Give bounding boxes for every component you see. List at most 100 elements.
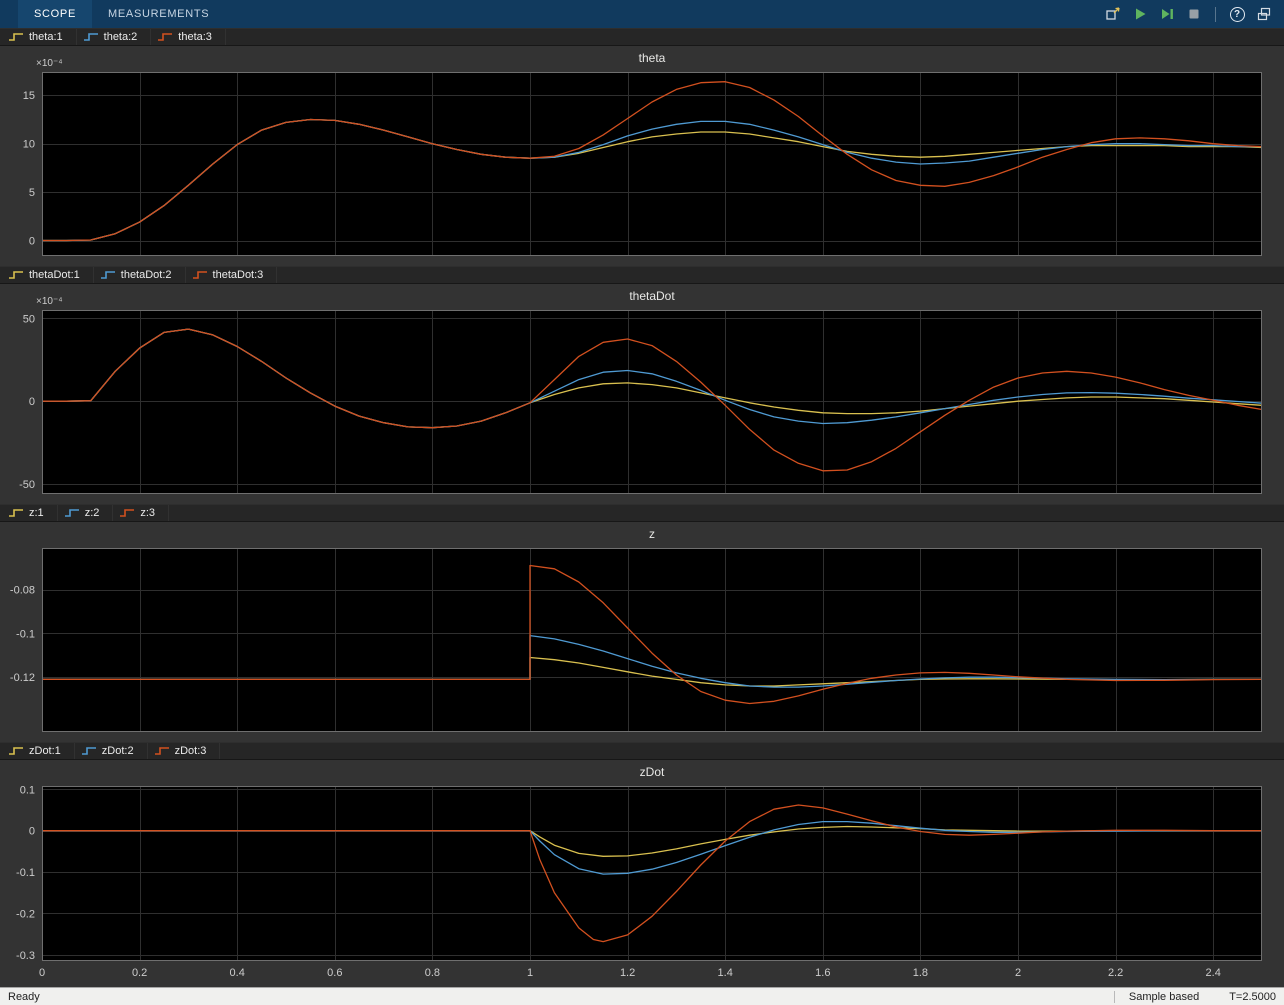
x-tick-label: 1.8 [913, 967, 928, 979]
y-tick-label: -50 [19, 479, 35, 491]
plot-zdot[interactable]: zDot -0.3 -0.2 -0.1 0 0.1 0 0.2 0.4 0.6 0.8 1 1.2 1.4… [0, 760, 1284, 987]
status-right-group: Sample based T=2.5000 [1113, 990, 1276, 1003]
legend-line-icon [9, 509, 23, 517]
legend-label: thetaDot:2 [120, 269, 172, 281]
y-tick-label: -0.08 [10, 585, 35, 597]
legend-label: theta:3 [178, 31, 212, 43]
legend-item-theta:3[interactable]: theta:3 [151, 29, 226, 45]
status-separator [1113, 990, 1115, 1003]
legend-item-zDot:2[interactable]: zDot:2 [75, 743, 148, 759]
dock-icon[interactable] [1254, 4, 1274, 24]
legend-line-icon [100, 271, 115, 279]
x-tick-label: 0.2 [132, 967, 147, 979]
x-tick-label: 0.4 [230, 967, 245, 979]
legend-theta: theta:1 theta:2 theta:3 [0, 28, 1284, 46]
legend-label: thetaDot:3 [212, 269, 264, 281]
plot-canvas-theta[interactable]: theta ×10⁻⁴ 0 5 10 15 [0, 46, 1284, 266]
legend-label: z:3 [140, 507, 156, 519]
legend-item-thetaDot:3[interactable]: thetaDot:3 [186, 267, 278, 283]
y-tick-label: 15 [23, 90, 35, 102]
legend-item-zDot:1[interactable]: zDot:1 [2, 743, 75, 759]
x-tick-label: 0.6 [327, 967, 342, 979]
legend-line-icon [9, 33, 23, 41]
legend-label: theta:1 [29, 31, 63, 43]
toolbar-separator [1215, 6, 1216, 22]
scope-window: SCOPE MEASUREMENTS ? theta:1 theta:2 the… [0, 0, 1284, 1005]
plot-title: thetaDot [629, 289, 675, 303]
legend-item-theta:1[interactable]: theta:1 [2, 29, 77, 45]
step-forward-icon[interactable] [1157, 4, 1177, 24]
legend-line-icon [158, 33, 173, 41]
y-tick-label: 10 [23, 139, 35, 151]
y-axis-exponent-label: ×10⁻⁴ [36, 296, 63, 307]
x-tick-label: 1.4 [718, 967, 733, 979]
y-tick-label: -0.2 [16, 908, 35, 920]
legend-item-thetaDot:2[interactable]: thetaDot:2 [94, 267, 186, 283]
legend-item-z:2[interactable]: z:2 [58, 505, 114, 521]
y-tick-label: -0.1 [16, 628, 35, 640]
legend-label: thetaDot:1 [29, 269, 80, 281]
plot-z[interactable]: z -0.12 -0.1 -0.08 [0, 522, 1284, 742]
status-bar: Ready Sample based T=2.5000 [0, 987, 1284, 1005]
plot-canvas-z[interactable]: z -0.12 -0.1 -0.08 [0, 522, 1284, 742]
y-tick-label: 0 [29, 236, 35, 248]
y-tick-label: -0.3 [16, 950, 35, 962]
legend-item-theta:2[interactable]: theta:2 [77, 29, 152, 45]
x-tick-label: 0 [39, 967, 45, 979]
legend-zdot: zDot:1 zDot:2 zDot:3 [0, 742, 1284, 760]
highlight-simulink-block-icon[interactable] [1103, 4, 1123, 24]
y-tick-label: 0.1 [20, 784, 35, 796]
help-glyph: ? [1229, 6, 1245, 22]
legend-line-icon [83, 33, 98, 41]
legend-item-thetaDot:1[interactable]: thetaDot:1 [2, 267, 94, 283]
x-tick-label: 1 [527, 967, 533, 979]
toolstrip-quick-actions: ? [1103, 0, 1284, 28]
x-tick-label: 2.4 [1206, 967, 1221, 979]
x-tick-label: 0.8 [425, 967, 440, 979]
legend-line-icon [154, 747, 169, 755]
legend-label: theta:2 [103, 31, 138, 43]
legend-line-icon [81, 747, 96, 755]
plot-title: zDot [640, 765, 665, 779]
plot-canvas-zDot[interactable]: zDot -0.3 -0.2 -0.1 0 0.1 0 0.2 0.4 0.6 0.8 1 1.2 1.4… [0, 760, 1284, 987]
legend-thetadot: thetaDot:1 thetaDot:2 thetaDot:3 [0, 266, 1284, 284]
legend-label: z:1 [29, 507, 44, 519]
y-tick-label: 50 [23, 313, 35, 325]
status-sample-mode: Sample based [1128, 990, 1200, 1003]
legend-line-icon [64, 509, 79, 517]
toolstrip: SCOPE MEASUREMENTS ? [0, 0, 1284, 28]
x-tick-label: 2.2 [1108, 967, 1123, 979]
y-tick-label: 5 [29, 187, 35, 199]
plot-title: z [649, 527, 655, 541]
x-tick-label: 2 [1015, 967, 1021, 979]
legend-item-zDot:3[interactable]: zDot:3 [148, 743, 221, 759]
legend-label: zDot:2 [101, 745, 134, 757]
status-ready: Ready [8, 990, 40, 1003]
x-tick-label: 1.2 [620, 967, 635, 979]
legend-label: zDot:1 [29, 745, 61, 757]
run-icon[interactable] [1130, 4, 1150, 24]
y-tick-label: 0 [29, 396, 35, 408]
legend-line-icon [9, 747, 23, 755]
legend-line-icon [192, 271, 207, 279]
tab-measurements[interactable]: MEASUREMENTS [92, 0, 225, 28]
help-icon[interactable]: ? [1227, 4, 1247, 24]
y-tick-label: 0 [29, 826, 35, 838]
y-tick-label: -0.12 [10, 672, 35, 684]
y-tick-label: -0.1 [16, 867, 35, 879]
legend-item-z:3[interactable]: z:3 [113, 505, 170, 521]
status-time: T=2.5000 [1229, 990, 1276, 1003]
legend-label: z:2 [84, 507, 100, 519]
legend-z: z:1 z:2 z:3 [0, 504, 1284, 522]
plot-canvas-thetaDot[interactable]: thetaDot ×10⁻⁴ -50 0 50 [0, 284, 1284, 504]
legend-line-icon [9, 271, 23, 279]
stop-icon[interactable] [1184, 4, 1204, 24]
y-axis-exponent-label: ×10⁻⁴ [36, 58, 63, 69]
plot-theta[interactable]: theta ×10⁻⁴ 0 5 10 15 [0, 46, 1284, 266]
legend-label: zDot:3 [174, 745, 207, 757]
plot-thetadot[interactable]: thetaDot ×10⁻⁴ -50 0 50 [0, 284, 1284, 504]
x-tick-label: 1.6 [815, 967, 830, 979]
legend-item-z:1[interactable]: z:1 [2, 505, 58, 521]
toolstrip-tabs: SCOPE MEASUREMENTS [0, 0, 225, 28]
tab-scope[interactable]: SCOPE [18, 0, 93, 28]
